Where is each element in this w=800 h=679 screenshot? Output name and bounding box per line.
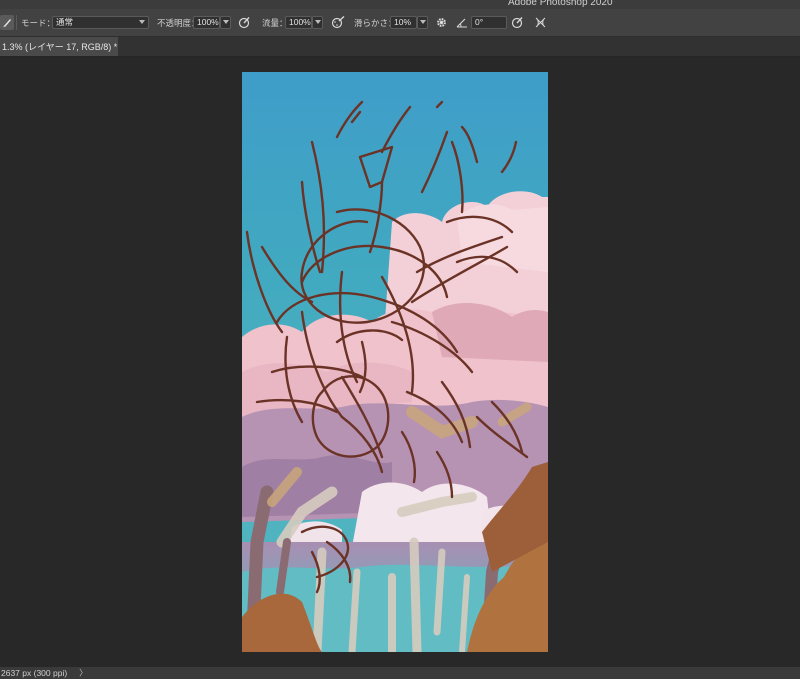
document-canvas[interactable] [242,72,548,652]
angle-icon [456,17,468,28]
airbrush-icon[interactable] [331,16,345,29]
document-tab-bar: 1.3% (レイヤー 17, RGB/8) * [0,37,800,57]
gear-icon[interactable] [435,16,448,29]
chevron-down-icon [222,20,229,24]
angle-input[interactable]: 0° [471,16,507,29]
document-tab-label: 1.3% (レイヤー 17, RGB/8) * [2,42,118,52]
symmetry-icon[interactable] [534,16,547,29]
opacity-dropdown[interactable] [220,16,231,29]
title-bar: Adobe Photoshop 2020 [0,0,800,9]
mode-select[interactable]: 通常 [52,16,149,29]
pressure-size-icon[interactable] [511,16,524,29]
brush-preset-icon[interactable] [0,15,14,30]
smoothing-dropdown[interactable] [417,16,428,29]
workspace [0,57,800,667]
chevron-down-icon [419,20,426,24]
artwork [242,72,548,652]
chevron-down-icon [314,20,321,24]
app-title: Adobe Photoshop 2020 [508,0,613,8]
opacity-input[interactable]: 100% [193,16,220,29]
mode-label: モード： [21,17,56,28]
smoothing-input[interactable]: 10% [390,16,417,29]
mode-value: 通常 [56,17,74,27]
document-tab[interactable]: 1.3% (レイヤー 17, RGB/8) * [0,37,118,56]
flow-label: 流量： [262,17,288,28]
status-menu-arrow-icon[interactable]: 〉 [79,667,88,679]
status-bar: 2637 px (300 ppi) 〉 [0,667,800,679]
flow-input[interactable]: 100% [285,16,312,29]
flow-dropdown[interactable] [312,16,323,29]
separator [16,15,17,30]
options-bar: モード： 通常 不透明度： 100% 流量： 100% 滑らかさ： 10% 0° [0,9,800,37]
document-info: 2637 px (300 ppi) [1,668,68,678]
pressure-opacity-icon[interactable] [238,16,251,29]
chevron-down-icon [139,20,145,24]
